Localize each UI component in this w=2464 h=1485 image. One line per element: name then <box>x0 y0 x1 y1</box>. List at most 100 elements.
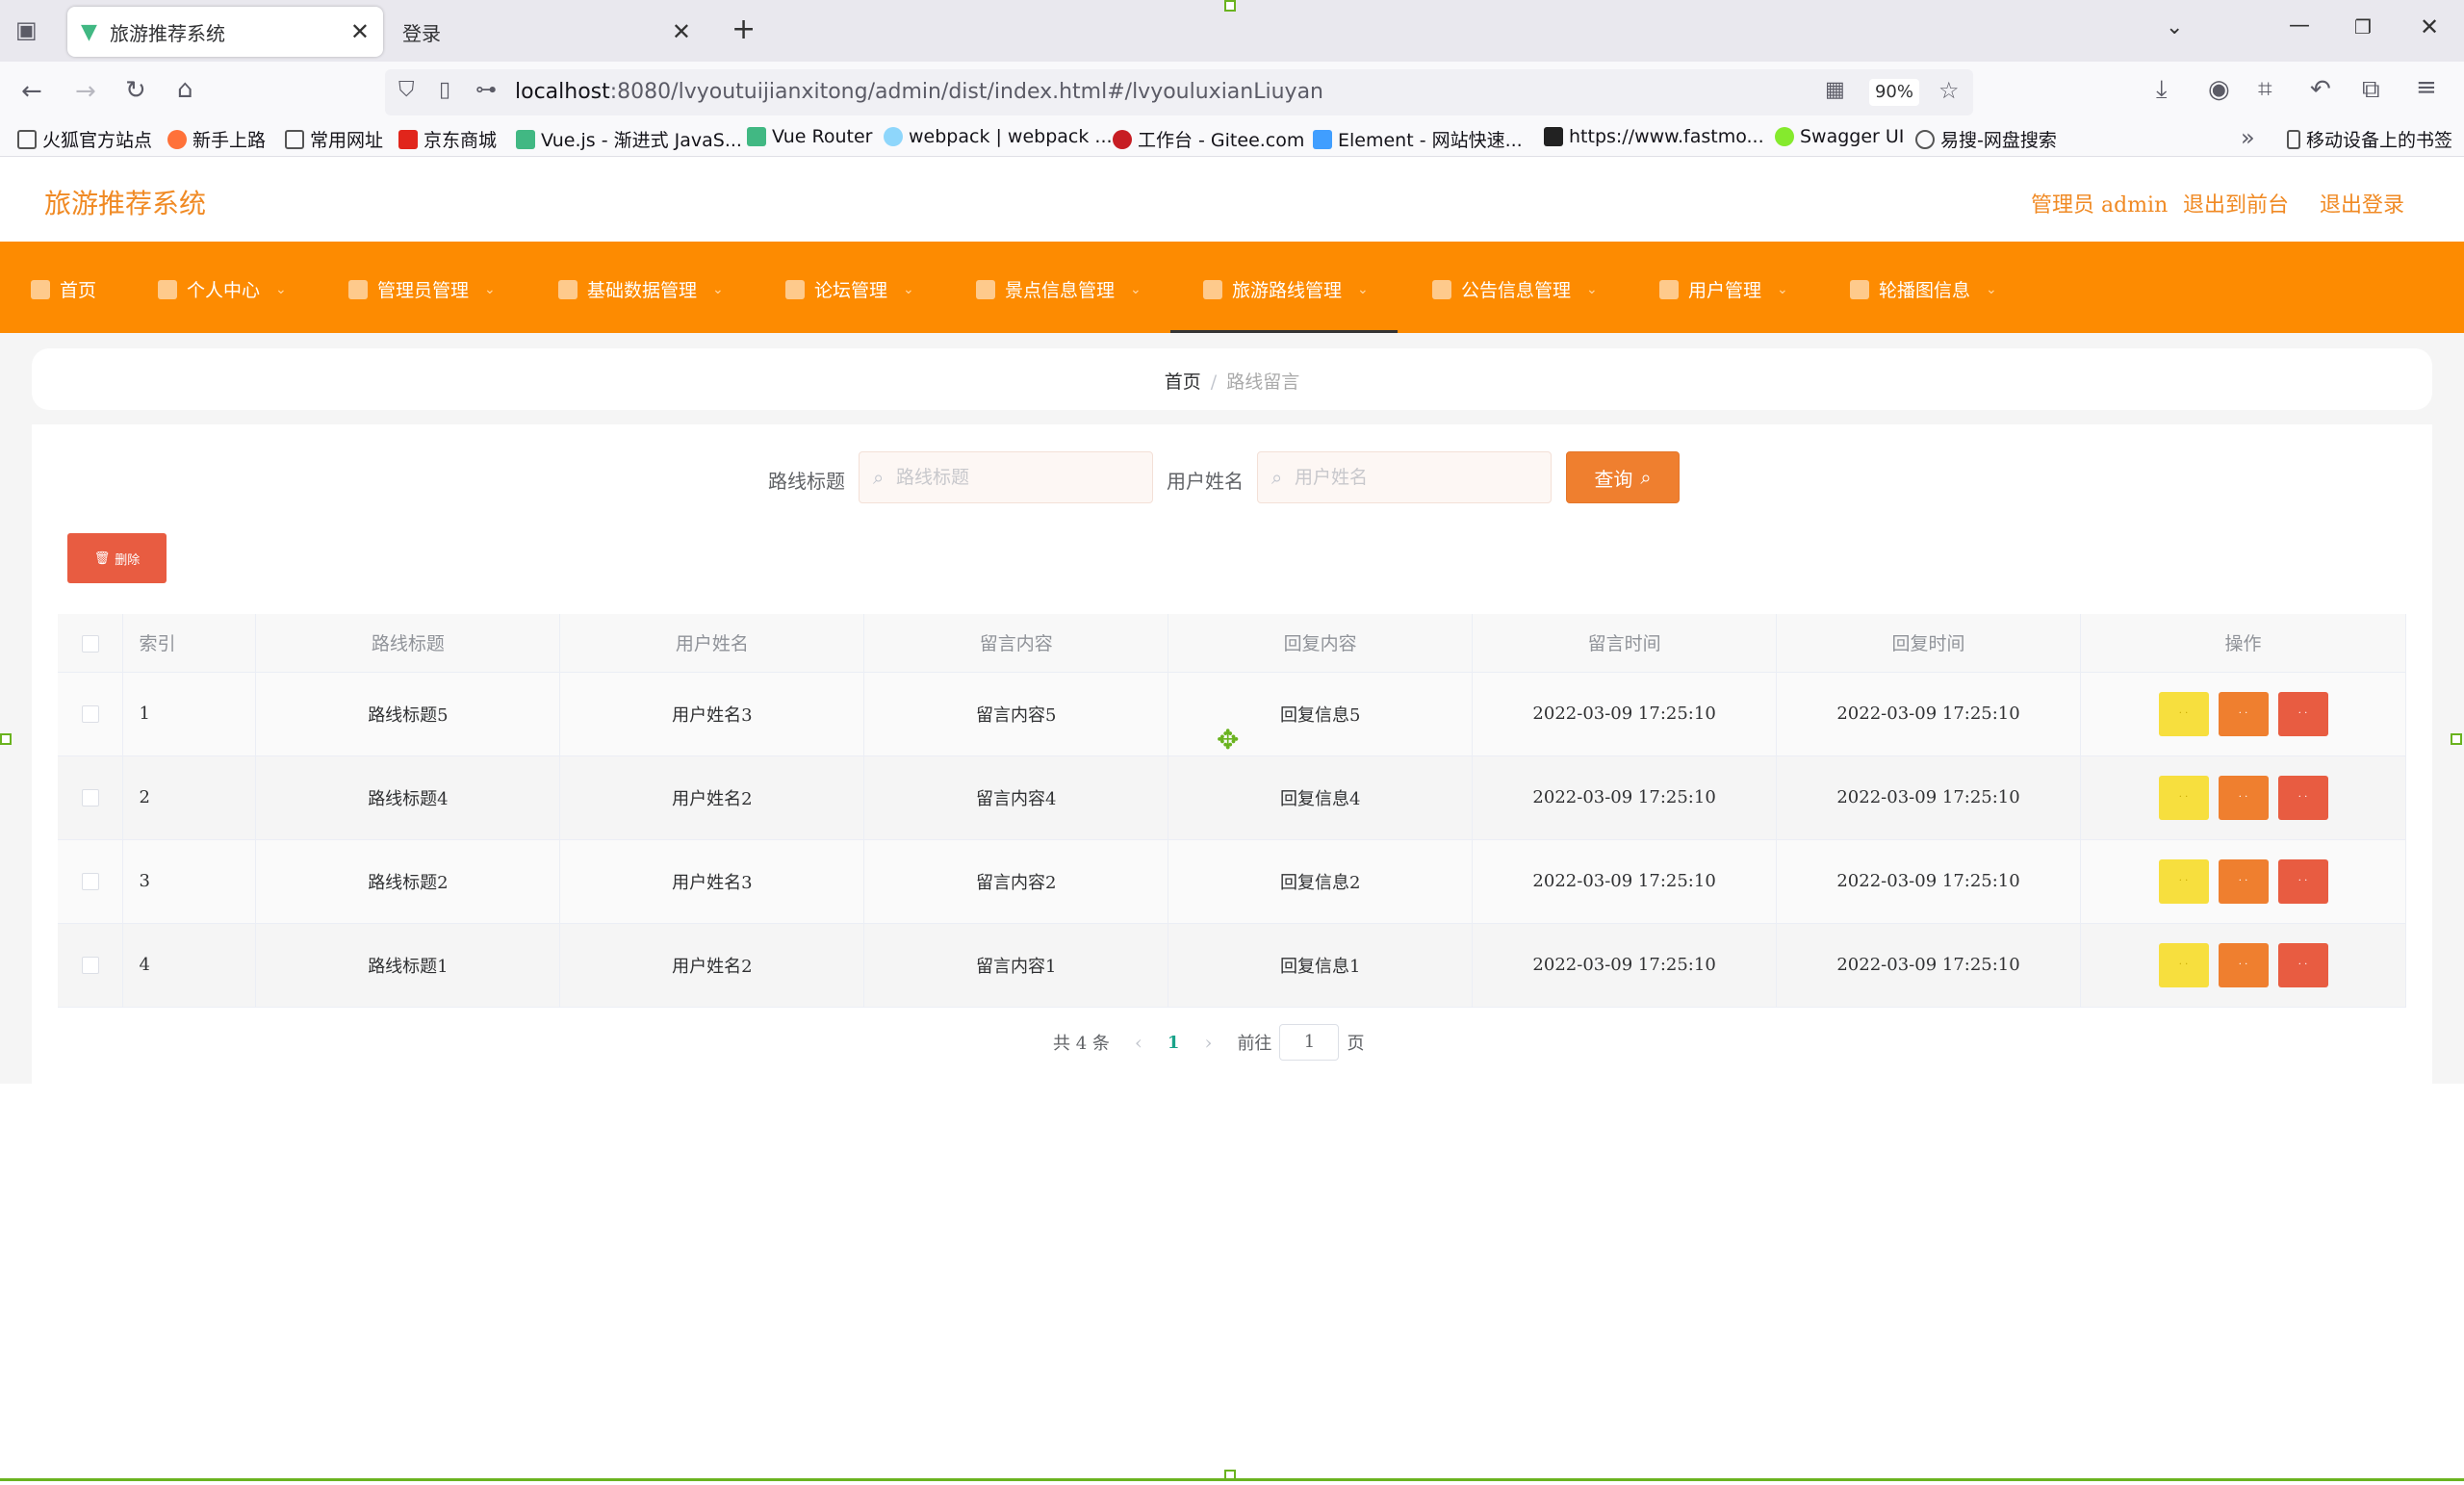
tab-title: 登录 <box>402 21 441 45</box>
bookmark-item[interactable]: https://www.fastmo... <box>1544 126 1764 147</box>
breadcrumb-home[interactable]: 首页 <box>1165 371 1201 393</box>
new-tab-icon[interactable]: + <box>732 15 756 44</box>
bookmark-item[interactable]: Element - 网站快速... <box>1313 126 1523 152</box>
menu-item-travel-routes[interactable]: 旅游路线管理 ⌄ <box>1203 276 1369 302</box>
menu-item-scenic-spots[interactable]: 景点信息管理 ⌄ <box>976 276 1142 302</box>
reload-icon[interactable]: ↻ <box>125 78 146 103</box>
view-button[interactable]: · · <box>2158 858 2209 904</box>
row-checkbox[interactable] <box>81 957 99 974</box>
column-header: 回复时间 <box>1776 614 2082 673</box>
menu-item-admin-management[interactable]: 管理员管理 ⌄ <box>348 276 496 302</box>
trash-icon: 🗑 <box>93 550 111 566</box>
next-page-icon[interactable]: › <box>1204 1031 1212 1054</box>
bookmarks-overflow-icon[interactable]: » <box>2241 126 2255 149</box>
view-button[interactable]: · · <box>2158 775 2209 820</box>
chevron-down-icon: ⌄ <box>1357 281 1369 297</box>
mobile-bookmarks[interactable]: 移动设备上的书签 <box>2287 126 2452 152</box>
shield-icon[interactable]: ⛉ <box>398 80 415 101</box>
undo-icon[interactable]: ↶ <box>2310 77 2331 102</box>
bookmark-star-icon[interactable]: ☆ <box>1938 79 1960 102</box>
edit-button[interactable]: · · <box>2218 858 2269 904</box>
delete-row-button[interactable]: · · <box>2277 942 2328 987</box>
bookmark-item[interactable]: Swagger UI <box>1775 126 1904 147</box>
user-name-input[interactable] <box>1295 460 1545 495</box>
back-icon[interactable]: ← <box>21 79 42 104</box>
vue-icon <box>747 127 766 146</box>
url-bar[interactable]: ⛉ ▯ ⊶ localhost:8080/lvyoutuijianxitong/… <box>385 69 1973 115</box>
crop-icon[interactable]: ⌗ <box>2258 77 2272 102</box>
downloads-icon[interactable]: ⤓ <box>2156 77 2168 102</box>
selection-handle[interactable] <box>1224 0 1236 12</box>
bookmark-item[interactable]: 京东商城 <box>398 126 497 152</box>
selection-handle[interactable] <box>2451 733 2462 745</box>
menu-item-users[interactable]: 用户管理 ⌄ <box>1659 276 1788 302</box>
menu-item-forum[interactable]: 论坛管理 ⌄ <box>785 276 914 302</box>
permissions-icon[interactable]: ⊶ <box>475 80 497 101</box>
bookmark-item[interactable]: 火狐官方站点 <box>17 126 152 152</box>
row-checkbox[interactable] <box>81 789 99 807</box>
edit-button[interactable]: · · <box>2218 691 2269 736</box>
row-checkbox[interactable] <box>81 873 99 890</box>
edit-button[interactable]: · · <box>2218 775 2269 820</box>
bookmarks-bar: 火狐官方站点 新手上路 常用网址 京东商城 Vue.js - 渐进式 JavaS… <box>0 124 2464 157</box>
bookmark-item[interactable]: 常用网址 <box>285 126 383 152</box>
query-button[interactable]: 查询 ⌕ <box>1566 451 1680 503</box>
page-icon[interactable]: ▯ <box>439 80 450 101</box>
edit-button[interactable]: · · <box>2218 942 2269 987</box>
delete-button[interactable]: 🗑 删除 <box>67 533 167 583</box>
exit-to-frontend-link[interactable]: 退出到前台 <box>2183 188 2289 218</box>
browser-tab-active[interactable]: ▼ 旅游推荐系统 ✕ <box>67 7 383 57</box>
menu-icon[interactable]: ≡ <box>2416 75 2437 100</box>
delete-row-button[interactable]: · · <box>2277 775 2328 820</box>
page-suffix: 页 <box>1347 1034 1365 1054</box>
selection-handle[interactable] <box>0 733 12 745</box>
vue-icon <box>516 129 535 149</box>
menu-item-home[interactable]: 首页 <box>31 276 96 302</box>
prev-page-icon[interactable]: ‹ <box>1135 1031 1142 1054</box>
view-button[interactable]: · · <box>2158 942 2209 987</box>
menu-item-notices[interactable]: 公告信息管理 ⌄ <box>1432 276 1598 302</box>
route-title-input[interactable] <box>896 460 1146 495</box>
menu-item-base-data[interactable]: 基础数据管理 ⌄ <box>558 276 724 302</box>
admin-user-link[interactable]: 管理员 admin <box>2031 188 2168 218</box>
home-icon <box>31 279 50 299</box>
bookmark-item[interactable]: 工作台 - Gitee.com <box>1113 126 1304 152</box>
cell-route-title: 路线标题1 <box>255 923 561 1008</box>
route-title-field[interactable]: ⌕ <box>859 451 1153 503</box>
menu-item-carousel[interactable]: 轮播图信息 ⌄ <box>1850 276 1997 302</box>
restore-icon[interactable]: ❐ <box>2354 17 2372 37</box>
bookmark-item[interactable]: 新手上路 <box>167 126 266 152</box>
pagination-current-page[interactable]: 1 <box>1168 1033 1180 1053</box>
delete-row-button[interactable]: · · <box>2277 691 2328 736</box>
bookmark-item[interactable]: Vue.js - 渐进式 JavaS... <box>516 126 742 152</box>
element-icon <box>1313 129 1332 149</box>
browser-tab[interactable]: 登录 ✕ <box>387 7 705 57</box>
selection-border <box>0 1478 2464 1481</box>
row-checkbox[interactable] <box>81 705 99 723</box>
goto-page-input[interactable]: 1 <box>1279 1024 1340 1061</box>
account-icon[interactable]: ◉ <box>2208 77 2230 102</box>
bookmark-item[interactable]: webpack | webpack ... <box>884 126 1113 147</box>
user-name-field[interactable]: ⌕ <box>1257 451 1552 503</box>
forward-icon[interactable]: → <box>75 79 96 104</box>
bookmark-item[interactable]: 易搜-网盘搜索 <box>1915 126 2057 152</box>
minimize-icon[interactable]: — <box>2289 15 2310 37</box>
select-all-checkbox[interactable] <box>81 634 99 653</box>
delete-row-button[interactable]: · · <box>2277 858 2328 904</box>
home-icon[interactable]: ⌂ <box>177 77 193 102</box>
tab-overflow-chevron-icon[interactable]: ⌄ <box>2166 17 2183 38</box>
url-text[interactable]: localhost:8080/lvyoutuijianxitong/admin/… <box>515 80 1323 104</box>
view-button[interactable]: · · <box>2158 691 2209 736</box>
close-tab-icon[interactable]: ✕ <box>672 18 691 45</box>
column-header: 操作 <box>2080 614 2406 673</box>
extensions-icon[interactable]: ⧉ <box>2362 77 2380 102</box>
menu-item-personal-center[interactable]: 个人中心 ⌄ <box>158 276 287 302</box>
tab-list-icon[interactable]: ▣ <box>15 18 38 41</box>
qr-code-icon[interactable]: ▦ <box>1825 80 1845 101</box>
cell-user-name: 用户姓名2 <box>559 755 865 840</box>
close-tab-icon[interactable]: ✕ <box>350 18 370 45</box>
window-close-icon[interactable]: ✕ <box>2420 15 2439 38</box>
zoom-level[interactable]: 90% <box>1869 79 1919 106</box>
logout-link[interactable]: 退出登录 <box>2320 188 2404 218</box>
bookmark-item[interactable]: Vue Router <box>747 126 872 147</box>
